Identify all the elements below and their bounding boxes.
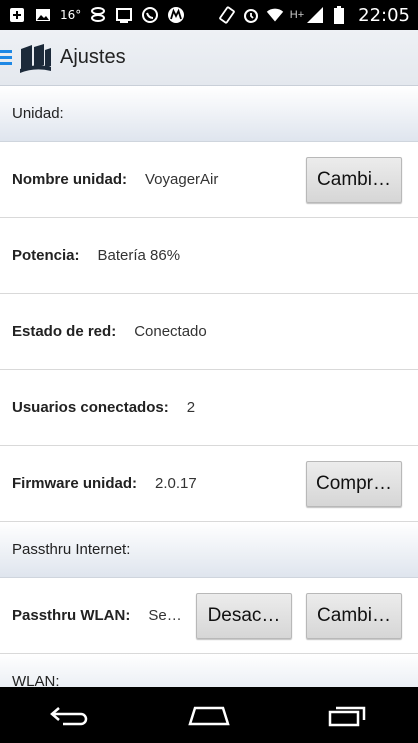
app-logo-icon[interactable]: [18, 43, 52, 73]
action-bar: Ajustes: [0, 30, 418, 86]
menu-icon[interactable]: [0, 50, 12, 65]
nombre-unidad-value: VoyagerAir: [145, 171, 219, 188]
signal-icon: [306, 6, 324, 24]
usuarios-value: 2: [186, 399, 196, 416]
battery-icon: [330, 6, 348, 24]
estado-red-label: Estado de red:: [12, 323, 117, 340]
rotate-icon: [218, 6, 236, 24]
usuarios-label: Usuarios conectados:: [12, 399, 169, 416]
recent-apps-icon[interactable]: [318, 695, 378, 735]
estado-red-value: Conectado: [134, 323, 207, 340]
temperature-text: 16°: [60, 8, 82, 22]
passthru-wlan-label: Passthru WLAN:: [12, 607, 131, 624]
potencia-label: Potencia:: [12, 247, 80, 264]
change-passthru-button[interactable]: Cambi…: [306, 592, 402, 639]
link-icon: [89, 6, 107, 24]
add-box-icon: [8, 6, 26, 24]
home-icon[interactable]: [179, 695, 239, 735]
row-usuarios-conectados: Usuarios conectados: 2: [0, 370, 418, 446]
navigation-bar: [0, 687, 418, 743]
cast-icon: [115, 6, 133, 24]
firmware-label: Firmware unidad:: [12, 475, 138, 492]
firmware-value: 2.0.17: [155, 475, 197, 492]
passthru-wlan-value: Seb…: [148, 607, 182, 624]
network-type-text: H+: [289, 9, 305, 21]
deactivate-passthru-button[interactable]: Desac…: [196, 592, 292, 639]
potencia-value: Batería 86%: [97, 247, 181, 264]
check-firmware-button[interactable]: Compr…: [306, 460, 402, 507]
row-estado-red: Estado de red: Conectado: [0, 294, 418, 370]
change-name-button[interactable]: Cambi…: [306, 156, 402, 203]
section-header-unidad: Unidad:: [0, 86, 418, 142]
whatsapp-icon: [141, 6, 159, 24]
status-bar: 16° H+ 22:05: [0, 0, 418, 30]
image-icon: [34, 6, 52, 24]
clock-text: 22:05: [358, 4, 410, 26]
back-icon[interactable]: [40, 695, 100, 735]
motorola-icon: [167, 6, 185, 24]
settings-list: Unidad: Nombre unidad: VoyagerAir Cambi……: [0, 86, 418, 710]
alarm-icon: [242, 6, 260, 24]
section-header-passthru: Passthru Internet:: [0, 522, 418, 578]
row-nombre-unidad: Nombre unidad: VoyagerAir Cambi…: [0, 142, 418, 218]
row-potencia: Potencia: Batería 86%: [0, 218, 418, 294]
page-title: Ajustes: [60, 46, 126, 68]
nombre-unidad-label: Nombre unidad:: [12, 171, 127, 188]
wifi-icon: [266, 6, 284, 24]
row-firmware: Firmware unidad: 2.0.17 Compr…: [0, 446, 418, 522]
row-passthru-wlan: Passthru WLAN: Seb… Desac… Cambi…: [0, 578, 418, 654]
